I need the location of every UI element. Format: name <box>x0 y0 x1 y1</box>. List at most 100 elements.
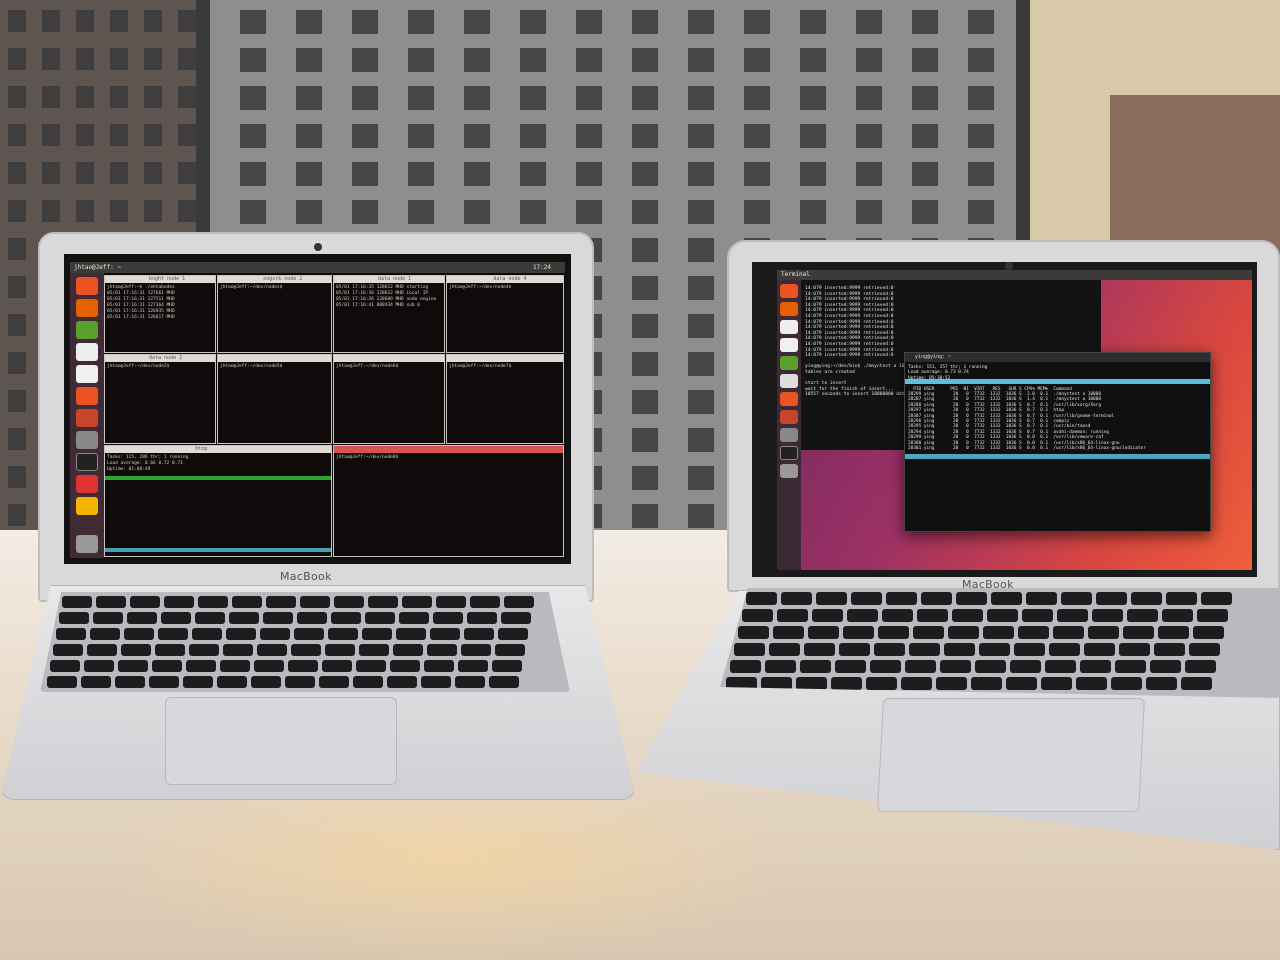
terminal-pane[interactable]: data node 4 jhtao@Jeff:~/dev/node4$ <box>446 275 564 353</box>
keyboard-key[interactable] <box>804 643 835 656</box>
keyboard-key[interactable] <box>124 628 154 640</box>
keyboard-key[interactable] <box>952 609 983 622</box>
keyboard-key[interactable] <box>115 676 145 688</box>
keyboard-key[interactable] <box>322 660 352 672</box>
keyboard-key[interactable] <box>816 592 847 605</box>
keyboard-key[interactable] <box>464 628 494 640</box>
keyboard-key[interactable] <box>362 628 392 640</box>
keyboard-key[interactable] <box>189 644 219 656</box>
keyboard-key[interactable] <box>1061 592 1092 605</box>
keyboard-key[interactable] <box>96 596 126 608</box>
terminal-pane-header[interactable]: oogsrk node 2 <box>218 276 331 283</box>
keyboard-key[interactable] <box>427 644 457 656</box>
keyboard-key[interactable] <box>1197 609 1228 622</box>
keyboard-key[interactable] <box>948 626 979 639</box>
keyboard-key[interactable] <box>971 677 1002 690</box>
terminal-pane-header[interactable]: htop <box>105 446 331 453</box>
keyboard-key[interactable] <box>1131 592 1162 605</box>
keyboard-key[interactable] <box>285 676 315 688</box>
keyboard-key[interactable] <box>161 612 191 624</box>
keyboard-key[interactable] <box>87 644 117 656</box>
keyboard-key[interactable] <box>1189 643 1220 656</box>
keyboard-key[interactable] <box>781 592 812 605</box>
keyboard-key[interactable] <box>991 592 1022 605</box>
keyboard-key[interactable] <box>195 612 225 624</box>
keyboard-key[interactable] <box>396 628 426 640</box>
terminal-icon[interactable] <box>780 446 798 460</box>
keyboard-key[interactable] <box>956 592 987 605</box>
keyboard-key[interactable] <box>886 592 917 605</box>
keyboard-key[interactable] <box>738 626 769 639</box>
keyboard-key[interactable] <box>226 628 256 640</box>
keyboard-key[interactable] <box>433 612 463 624</box>
keyboard-key[interactable] <box>81 676 111 688</box>
keyboard-key[interactable] <box>186 660 216 672</box>
keyboard-key[interactable] <box>1026 592 1057 605</box>
keyboard-key[interactable] <box>424 660 454 672</box>
keyboard-key[interactable] <box>909 643 940 656</box>
terminal-pane[interactable]: htop Tasks: 125, 286 thr; 1 running Load … <box>104 445 332 557</box>
keyboard-key[interactable] <box>495 644 525 656</box>
terminal-pane[interactable]: bnght node 1 jhtao@Jeff:~$ ./ehtabodes 05… <box>104 275 216 353</box>
keyboard-key[interactable] <box>1084 643 1115 656</box>
keyboard-key[interactable] <box>847 609 878 622</box>
keyboard-key[interactable] <box>393 644 423 656</box>
keyboard-key[interactable] <box>987 609 1018 622</box>
keyboard-key[interactable] <box>455 676 485 688</box>
keyboard-key[interactable] <box>1158 626 1189 639</box>
terminal-pane[interactable]: jhtao@Jeff:~/dev/node7$ <box>446 354 564 444</box>
keyboard-key[interactable] <box>56 628 86 640</box>
keyboard-key[interactable] <box>164 596 194 608</box>
keyboard-key[interactable] <box>356 660 386 672</box>
keyboard-key[interactable] <box>944 643 975 656</box>
keyboard-key[interactable] <box>734 643 765 656</box>
keyboard-key[interactable] <box>808 626 839 639</box>
keyboard-key[interactable] <box>812 609 843 622</box>
keyboard-key[interactable] <box>217 676 247 688</box>
keyboard-key[interactable] <box>1088 626 1119 639</box>
keyboard-key[interactable] <box>769 643 800 656</box>
settings-icon[interactable] <box>76 431 98 449</box>
keyboard-key[interactable] <box>979 643 1010 656</box>
terminal-pane-header[interactable] <box>447 355 563 362</box>
keyboard-key[interactable] <box>1115 660 1146 673</box>
tilix-icon[interactable] <box>76 475 98 493</box>
files-icon[interactable] <box>780 320 798 334</box>
trash-icon[interactable] <box>76 535 98 553</box>
terminal-pane-header[interactable] <box>334 355 444 362</box>
calc-icon[interactable] <box>76 321 98 339</box>
keyboard-key[interactable] <box>1022 609 1053 622</box>
keyboard-key[interactable] <box>730 660 761 673</box>
keyboard-key[interactable] <box>399 612 429 624</box>
terminal-pane[interactable]: jhtao@Jeff:~/dev/node5$ <box>217 354 332 444</box>
keyboard-key[interactable] <box>328 628 358 640</box>
keyboard-key[interactable] <box>198 596 228 608</box>
keyboard-key[interactable] <box>334 596 364 608</box>
keyboard-key[interactable] <box>436 596 466 608</box>
keyboard-key[interactable] <box>1053 626 1084 639</box>
software-center-icon[interactable] <box>76 387 98 405</box>
keyboard-key[interactable] <box>260 628 290 640</box>
keyboard-key[interactable] <box>1181 677 1212 690</box>
keyboard-key[interactable] <box>1150 660 1181 673</box>
terminal-pane[interactable]: data node 2 jhtao@Jeff:~/dev/node2$ <box>104 354 216 444</box>
keyboard-key[interactable] <box>90 628 120 640</box>
keyboard-key[interactable] <box>777 609 808 622</box>
terminal-pane[interactable]: oogsrk node 2 jhtao@Jeff:~/dev/nodes$ <box>217 275 332 353</box>
keyboard-key[interactable] <box>878 626 909 639</box>
keyboard-key[interactable] <box>498 628 528 640</box>
keyboard-key[interactable] <box>1057 609 1088 622</box>
keyboard-key[interactable] <box>1127 609 1158 622</box>
keyboard-key[interactable] <box>851 592 882 605</box>
firefox-icon[interactable] <box>780 302 798 316</box>
keyboard-key[interactable] <box>1201 592 1232 605</box>
keyboard-key[interactable] <box>291 644 321 656</box>
keyboard-key[interactable] <box>913 626 944 639</box>
keyboard-key[interactable] <box>121 644 151 656</box>
ubuntu-dash-icon[interactable] <box>780 284 798 298</box>
keyboard-key[interactable] <box>130 596 160 608</box>
keyboard-key[interactable] <box>1049 643 1080 656</box>
keyboard-key[interactable] <box>365 612 395 624</box>
terminal-pane-header[interactable] <box>218 355 331 362</box>
amazon-icon[interactable] <box>780 410 798 424</box>
